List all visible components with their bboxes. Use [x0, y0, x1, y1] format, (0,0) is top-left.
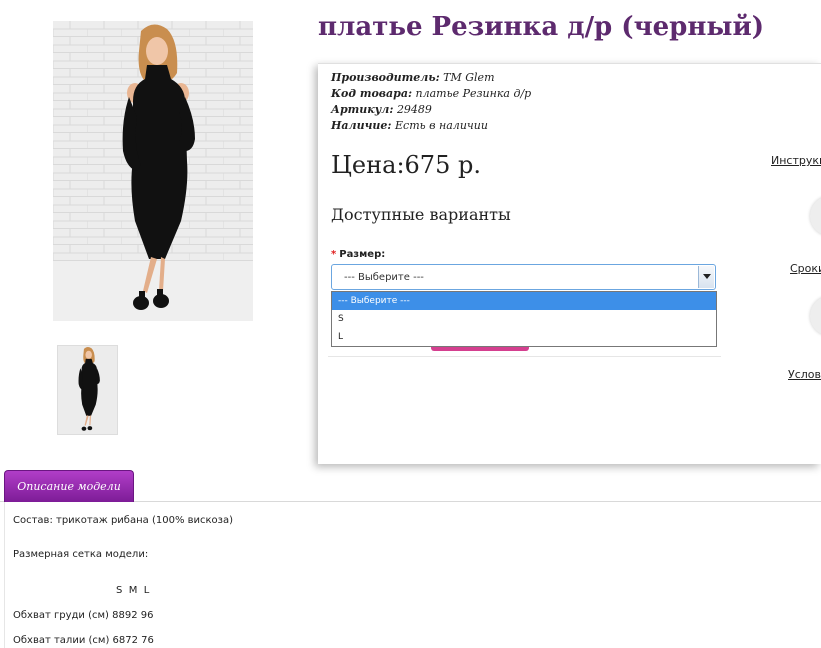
info-label: Артикул:: [331, 103, 394, 116]
add-to-cart-button[interactable]: [431, 347, 529, 351]
conditions-link[interactable]: Услові: [788, 368, 821, 381]
size-options-list: --- Выберите --- S L: [331, 291, 717, 347]
dropdown-arrow-button[interactable]: [698, 266, 714, 288]
info-label: Код товара:: [331, 87, 413, 100]
info-article: Артикул: 29489: [331, 102, 531, 118]
dress-photo: [53, 21, 253, 321]
info-availability: Наличие: Есть в наличии: [331, 118, 531, 134]
size-chart-waist: Обхват талии (см) 6872 76: [13, 635, 154, 646]
instructions-icon[interactable]: [810, 196, 821, 236]
size-option[interactable]: S: [332, 310, 716, 328]
info-product-code: Код товара: платье Резинка д/р: [331, 86, 531, 102]
size-chart-title: Размерная сетка модели:: [13, 549, 149, 560]
terms-icon[interactable]: [810, 296, 821, 336]
product-title: платье Резинка д/р (черный): [318, 12, 765, 42]
size-select-value: --- Выберите ---: [344, 272, 424, 283]
divider: [328, 356, 721, 357]
composition-text: Состав: трикотаж рибана (100% вискоза): [13, 515, 234, 526]
size-option[interactable]: --- Выберите ---: [332, 292, 716, 310]
size-label-text: Размер:: [339, 249, 386, 260]
size-chart-chest: Обхват груди (см) 8892 96: [13, 610, 154, 621]
chevron-down-icon: [703, 274, 711, 279]
size-select[interactable]: --- Выберите ---: [331, 264, 716, 290]
required-marker: *: [331, 249, 337, 260]
size-chart-header: S M L: [116, 585, 150, 596]
info-label: Наличие:: [331, 119, 392, 132]
thumbnail-photo: [58, 346, 117, 434]
size-label: * Размер:: [331, 249, 385, 260]
terms-link[interactable]: Сроки: [790, 262, 821, 275]
variants-title: Доступные варианты: [331, 205, 511, 224]
size-option[interactable]: L: [332, 328, 716, 346]
info-value: платье Резинка д/р: [415, 87, 532, 100]
product-price: Цена:675 р.: [331, 151, 481, 179]
info-value[interactable]: TM Glem: [443, 71, 494, 84]
info-label: Производитель:: [331, 71, 440, 84]
product-thumbnail[interactable]: [57, 345, 118, 435]
info-value: Есть в наличии: [395, 119, 488, 132]
tab-description[interactable]: Описание модели: [4, 470, 134, 502]
info-manufacturer: Производитель: TM Glem: [331, 70, 531, 86]
info-value: 29489: [396, 103, 432, 116]
description-content: Состав: трикотаж рибана (100% вискоза) Р…: [4, 502, 821, 648]
product-info-list: Производитель: TM Glem Код товара: плать…: [331, 70, 531, 134]
product-info-panel: Производитель: TM Glem Код товара: плать…: [318, 63, 821, 464]
instructions-link[interactable]: Инструкц: [771, 154, 821, 167]
product-main-image[interactable]: [53, 21, 253, 321]
